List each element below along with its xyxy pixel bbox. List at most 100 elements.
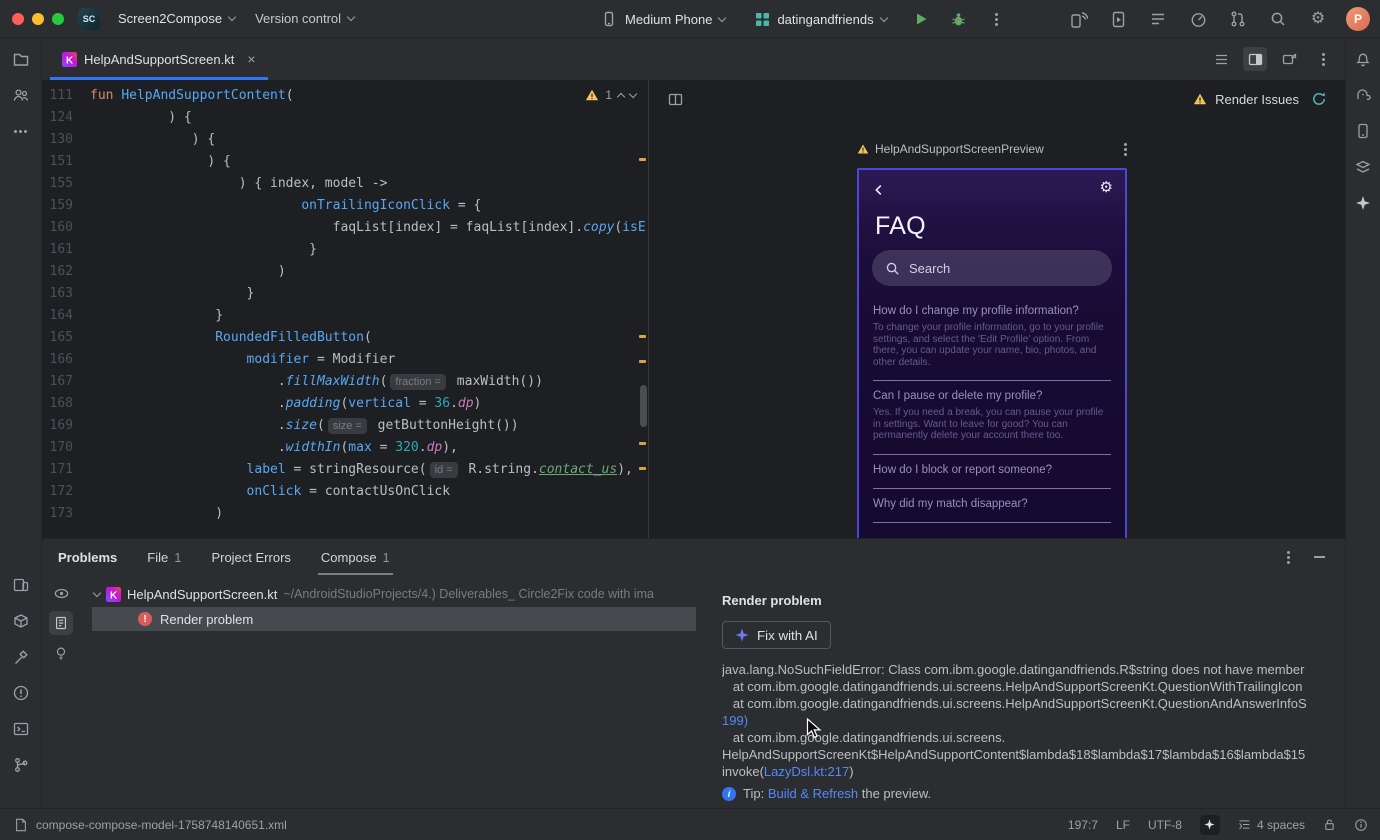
more-tools-icon[interactable] [6,116,36,146]
profiler-icon[interactable] [1186,7,1210,31]
build-refresh-link[interactable]: Build & Refresh [768,786,858,801]
window-zoom-button[interactable] [52,12,64,25]
ai-assistant-status-icon[interactable] [1199,814,1220,835]
search-everywhere-icon[interactable] [1266,7,1290,31]
settings-gear-icon[interactable]: ⚙ [1100,180,1113,195]
problems-tool-icon[interactable] [6,678,36,708]
warning-stripe-mark[interactable] [639,158,646,161]
file-encoding[interactable]: UTF-8 [1148,818,1182,832]
code-line[interactable]: 166 modifier = Modifier [42,349,648,371]
window-minimize-button[interactable] [32,12,44,25]
warning-stripe-mark[interactable] [639,467,646,470]
window-close-button[interactable] [12,12,24,25]
caret-position[interactable]: 197:7 [1068,818,1098,832]
app-quality-insights-icon[interactable] [6,606,36,636]
warning-stripe-mark[interactable] [639,360,646,363]
code-line[interactable]: 130 ) { [42,129,648,151]
line-separator[interactable]: LF [1116,818,1130,832]
panel-options-icon[interactable] [1287,555,1290,559]
editor-tab[interactable]: K HelpAndSupportScreen.kt × [50,38,268,80]
code-line[interactable]: 164 } [42,305,648,327]
device-mirroring-icon[interactable] [1066,7,1090,31]
problems-file-row[interactable]: K HelpAndSupportScreen.kt ~/AndroidStudi… [92,583,696,605]
render-problem-row[interactable]: ! Render problem [92,607,696,631]
gradle-tool-icon[interactable] [1348,80,1378,110]
inspections-widget[interactable]: 1 [585,88,638,102]
code-line[interactable]: 171 label = stringResource(id = R.string… [42,459,648,481]
code-line[interactable]: 167 .fillMaxWidth(fraction = maxWidth()) [42,371,648,393]
stack-trace-link[interactable]: 199) [722,713,748,728]
preview-toggle-eye-icon[interactable] [49,581,73,605]
readonly-lock-icon[interactable] [1323,818,1336,831]
project-tool-icon[interactable] [6,44,36,74]
code-line[interactable]: 161 } [42,239,648,261]
panel-title[interactable]: Problems [58,550,117,565]
more-run-options-button[interactable] [985,7,1009,31]
running-devices-tool-icon[interactable] [6,570,36,600]
build-refresh-icon[interactable] [1307,87,1331,111]
code-line[interactable]: 111 fun HelpAndSupportContent( [42,85,648,107]
code-line[interactable]: 170 .widthIn(max = 320.dp), [42,437,648,459]
debug-button[interactable] [947,7,971,31]
quick-fix-bulb-icon[interactable] [49,641,73,665]
run-button[interactable] [909,7,933,31]
indent-widget[interactable]: 4 spaces [1238,818,1305,832]
code-line[interactable]: 168 .padding(vertical = 36.dp) [42,393,648,415]
code-line[interactable]: 165 RoundedFilledButton( [42,327,648,349]
stack-trace-link[interactable]: LazyDsl.kt:217 [764,764,849,779]
preview-card-menu-icon[interactable] [1124,147,1127,151]
previous-issue-icon[interactable] [616,92,626,101]
faq-item[interactable]: Why did my match disappear? [873,489,1111,523]
faq-item[interactable]: Can I pause or delete my profile? Yes. If… [873,381,1111,455]
running-devices-icon[interactable] [1106,7,1130,31]
warning-stripe-mark[interactable] [639,335,646,338]
faq-item[interactable]: How do I block or report someone? [873,455,1111,489]
code-editor[interactable]: 111 fun HelpAndSupportContent(124 ) {130 … [42,80,648,538]
faq-search-bar[interactable]: Search [872,250,1112,286]
preview-card-header[interactable]: HelpAndSupportScreenPreview [857,142,1127,156]
close-tab-icon[interactable]: × [247,51,255,67]
faq-item[interactable]: How do I change my profile information? T… [873,296,1111,381]
code-line[interactable]: 124 ) { [42,107,648,129]
detach-editor-icon[interactable] [1277,47,1301,71]
preview-layout-icon[interactable] [663,87,687,111]
structure-list-icon[interactable] [1146,7,1170,31]
build-tool-icon[interactable] [6,642,36,672]
code-line[interactable]: 163 } [42,283,648,305]
warning-stripe-mark[interactable] [639,442,646,445]
device-selector[interactable]: Medium Phone [592,5,733,33]
status-info-icon[interactable] [1354,818,1368,832]
tab-compose[interactable]: Compose 1 [317,539,393,575]
code-line[interactable]: 151 ) { [42,151,648,173]
device-manager-tool-icon[interactable] [1348,116,1378,146]
render-issues-label[interactable]: Render Issues [1215,92,1299,107]
preview-render-frame[interactable]: ⚙ FAQ Search How do I change my profile … [857,168,1127,538]
code-line[interactable]: 169 .size(size = getButtonHeight()) [42,415,648,437]
notifications-bell-icon[interactable] [1348,44,1378,74]
code-line[interactable]: 172 onClick = contactUsOnClick [42,481,648,503]
pull-requests-tool-icon[interactable] [6,80,36,110]
tab-file[interactable]: File 1 [147,539,181,575]
version-control-menu[interactable]: Version control [245,6,364,32]
tree-expanded-icon[interactable] [92,588,102,598]
split-preview-layout-icon[interactable] [1243,47,1267,71]
code-line[interactable]: 173 ) [42,503,648,525]
editor-more-options-icon[interactable] [1311,47,1335,71]
details-view-icon[interactable] [49,611,73,635]
code-line[interactable]: 162 ) [42,261,648,283]
code-line[interactable]: 160 faqList[index] = faqList[index].copy… [42,217,648,239]
settings-gear-icon[interactable]: ⚙ [1306,7,1330,31]
code-line[interactable]: 155 ) { index, model -> [42,173,648,195]
pull-requests-icon[interactable] [1226,7,1250,31]
fix-with-ai-button[interactable]: Fix with AI [722,621,831,649]
tab-project-errors[interactable]: Project Errors [211,539,290,575]
editor-list-icon[interactable] [1209,47,1233,71]
gemini-tool-icon[interactable] [1348,188,1378,218]
back-arrow-icon[interactable] [871,182,887,198]
code-line[interactable]: 159 onTrailingIconClick = { [42,195,648,217]
editor-scrollbar[interactable] [640,385,647,427]
terminal-tool-icon[interactable] [6,714,36,744]
status-file-widget[interactable]: compose-compose-model-1758748140651.xml [14,818,287,832]
run-configuration-selector[interactable]: datingandfriends [747,5,894,33]
project-menu[interactable]: Screen2Compose [108,6,245,32]
